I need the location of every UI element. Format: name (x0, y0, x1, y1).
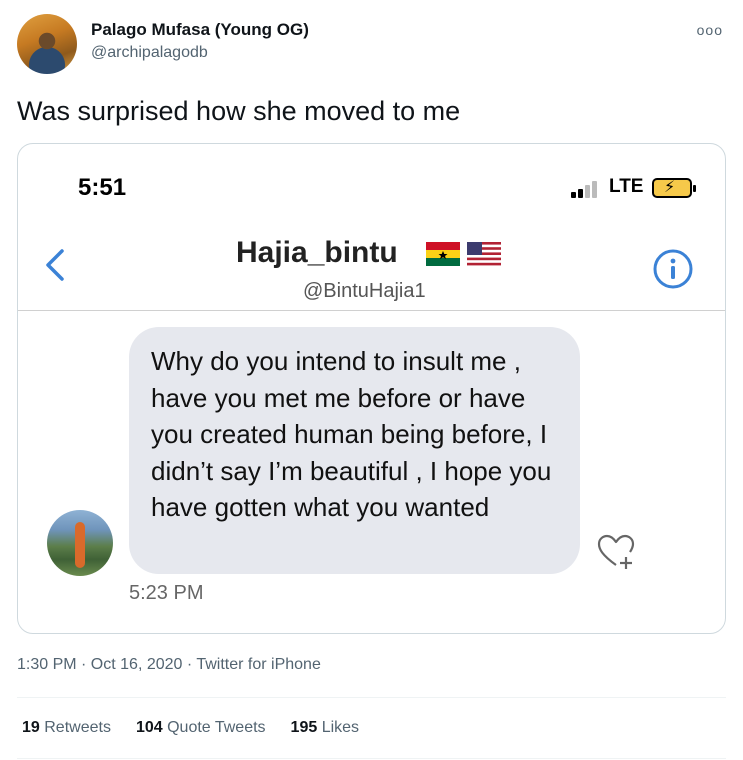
message-text: Why do you intend to insult me , have yo… (151, 346, 552, 522)
message-bubble: Why do you intend to insult me , have yo… (129, 327, 580, 574)
phone-status-time: 5:51 (78, 174, 127, 201)
divider (17, 697, 726, 698)
quotes-label: Quote Tweets (167, 719, 266, 736)
retweets-count: 19 (22, 719, 40, 736)
signal-icon (571, 181, 605, 198)
tweet-text: Was surprised how she moved to me (17, 96, 461, 126)
dm-contact-name: Hajia_bintu (236, 236, 398, 269)
retweets-label: Retweets (44, 719, 111, 736)
author-handle[interactable]: @archipalagodb (91, 44, 208, 62)
header-divider (18, 310, 725, 311)
likes-count: 195 (290, 719, 318, 736)
heart-add-icon (597, 534, 635, 569)
battery-charging-icon: ⚡ (652, 178, 696, 198)
tweet-timestamp[interactable]: 1:30 PM · Oct 16, 2020 · Twitter for iPh… (17, 656, 321, 674)
network-type: LTE (609, 176, 644, 197)
author-avatar[interactable] (17, 14, 77, 74)
sender-avatar (47, 510, 113, 576)
divider (17, 758, 726, 759)
ghana-flag-icon (426, 242, 460, 266)
usa-flag-icon (467, 242, 501, 266)
likes-link[interactable]: 195 Likes (291, 719, 360, 737)
engagement-stats: 19 Retweets 104 Quote Tweets 195 Likes (22, 719, 359, 737)
retweets-link[interactable]: 19 Retweets (22, 719, 111, 737)
back-chevron-icon (46, 249, 64, 281)
quotes-count: 104 (135, 719, 163, 736)
likes-label: Likes (321, 719, 360, 736)
dm-contact-handle: @BintuHajia1 (303, 280, 426, 302)
info-icon (653, 249, 693, 289)
quote-tweets-link[interactable]: 104 Quote Tweets (136, 719, 266, 737)
tweet-image[interactable]: 5:51 LTE ⚡ Hajia_bintu @BintuHajia1 Why … (17, 143, 726, 634)
message-time: 5:23 PM (129, 582, 204, 604)
more-options-icon[interactable]: ooo (697, 22, 723, 38)
author-name[interactable]: Palago Mufasa (Young OG) (91, 20, 309, 40)
